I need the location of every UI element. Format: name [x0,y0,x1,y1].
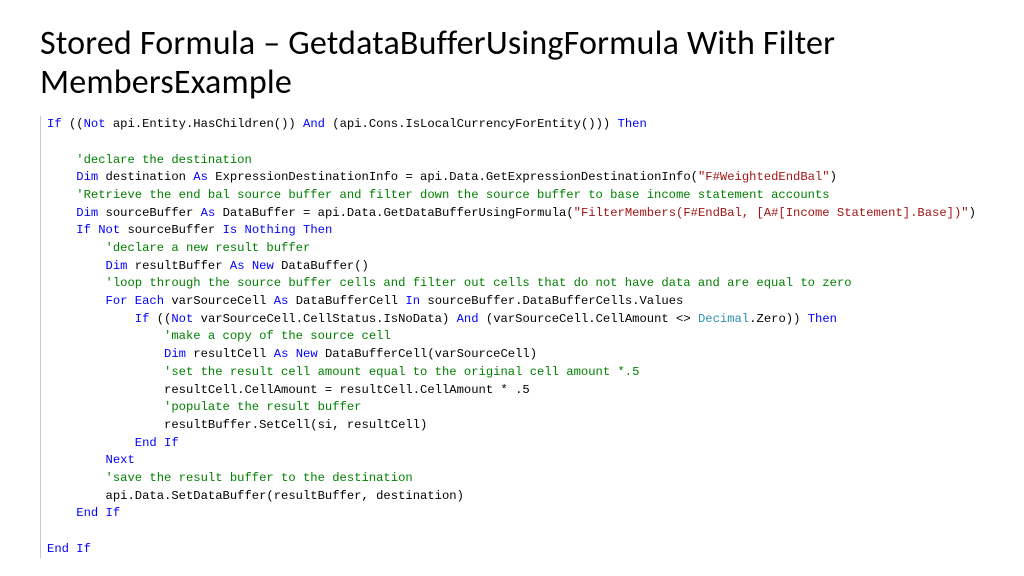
code-content: If ((Not api.Entity.HasChildren()) And (… [47,116,984,558]
slide-title: Stored Formula – GetdataBufferUsingFormu… [40,24,984,102]
code-block: If ((Not api.Entity.HasChildren()) And (… [40,116,984,558]
